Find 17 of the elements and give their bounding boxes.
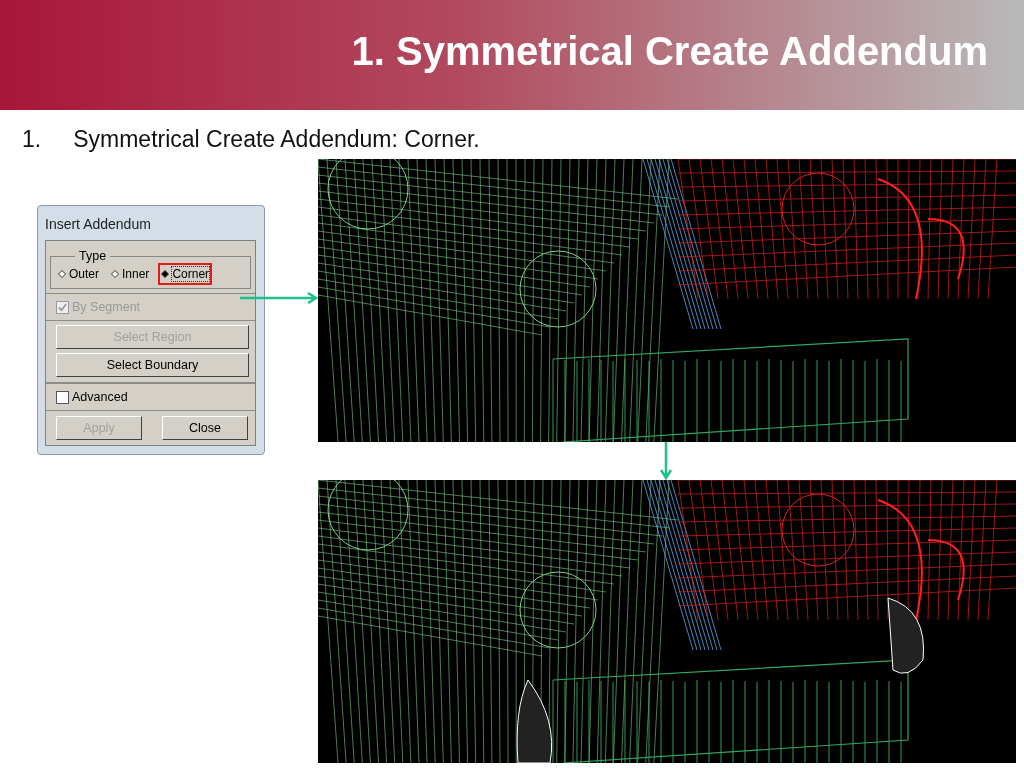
radio-option[interactable]: Corner: [158, 263, 213, 285]
radio-option[interactable]: Inner: [108, 263, 153, 285]
dialog-button[interactable]: Close: [162, 416, 248, 440]
hollow-diamond-icon: [111, 270, 119, 278]
hollow-diamond-icon: [58, 270, 66, 278]
arrow-icon: [240, 292, 320, 304]
radio-option[interactable]: Outer: [55, 263, 102, 285]
dialog-title: Insert Addendum: [45, 215, 152, 234]
group-label: Type: [78, 249, 108, 263]
slide-title: 1. Symmetrical Create Addendum: [351, 28, 988, 75]
filled-diamond-icon: [161, 270, 170, 278]
dialog-button[interactable]: Select Boundary: [56, 353, 249, 377]
bullet-number: 1.: [22, 126, 42, 154]
checkbox[interactable]: [56, 390, 69, 404]
arrow-icon: [660, 442, 672, 480]
checkbox-option[interactable]: Advanced: [46, 383, 255, 410]
bullet-text: Symmetrical Create Addendum: Corner.: [73, 126, 480, 154]
